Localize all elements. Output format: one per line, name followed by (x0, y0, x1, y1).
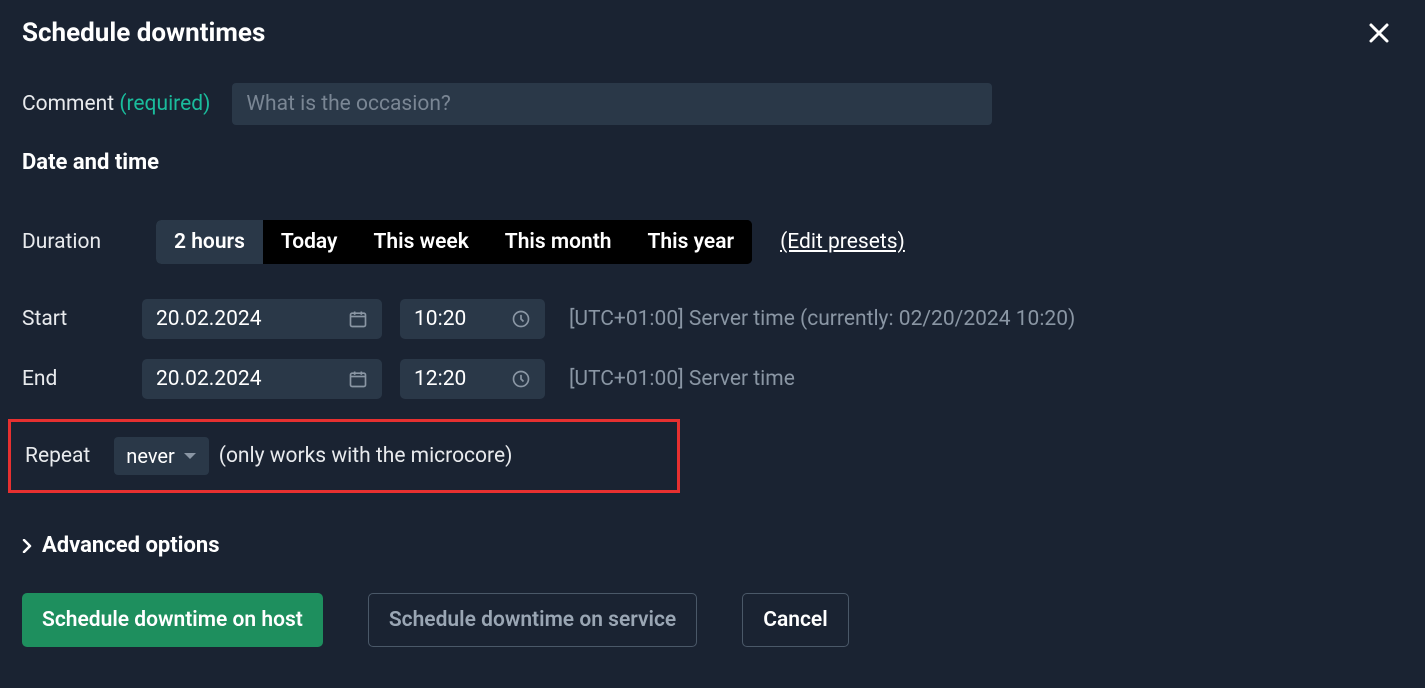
datetime-section-title: Date and time (22, 150, 1403, 175)
preset-this-year[interactable]: This year (630, 220, 753, 264)
advanced-options-label: Advanced options (42, 533, 220, 558)
required-indicator: (required) (119, 92, 210, 116)
cancel-button[interactable]: Cancel (742, 593, 848, 647)
preset-this-week[interactable]: This week (355, 220, 486, 264)
schedule-host-button[interactable]: Schedule downtime on host (22, 593, 323, 647)
advanced-options-toggle[interactable]: Advanced options (22, 533, 1403, 558)
repeat-note: (only works with the microcore) (219, 444, 513, 468)
close-button[interactable] (1365, 19, 1393, 47)
preset-2hours[interactable]: 2 hours (156, 220, 263, 264)
end-tz-note: [UTC+01:00] Server time (569, 367, 795, 391)
calendar-icon (348, 369, 368, 389)
end-time-input[interactable]: 12:20 (400, 359, 545, 399)
schedule-service-button[interactable]: Schedule downtime on service (368, 593, 697, 647)
clock-icon (511, 309, 531, 329)
preset-this-month[interactable]: This month (487, 220, 630, 264)
repeat-label: Repeat (25, 444, 90, 468)
close-icon (1367, 21, 1391, 45)
clock-icon (511, 369, 531, 389)
dialog-title: Schedule downtimes (22, 18, 265, 48)
start-label: Start (22, 307, 142, 331)
comment-label: Comment (required) (22, 92, 210, 116)
start-tz-note: [UTC+01:00] Server time (currently: 02/2… (569, 307, 1075, 331)
calendar-icon (348, 309, 368, 329)
start-date-input[interactable]: 20.02.2024 (142, 299, 382, 339)
chevron-down-icon (183, 451, 197, 461)
duration-preset-group: 2 hours Today This week This month This … (156, 220, 752, 264)
preset-today[interactable]: Today (263, 220, 356, 264)
duration-label: Duration (22, 230, 142, 254)
start-time-input[interactable]: 10:20 (400, 299, 545, 339)
chevron-right-icon (22, 539, 32, 553)
repeat-highlighted-region: Repeat never (only works with the microc… (8, 419, 680, 493)
end-label: End (22, 367, 142, 391)
repeat-select[interactable]: never (114, 437, 208, 475)
edit-presets-link[interactable]: (Edit presets) (780, 230, 905, 254)
end-date-input[interactable]: 20.02.2024 (142, 359, 382, 399)
comment-input[interactable] (232, 83, 992, 125)
